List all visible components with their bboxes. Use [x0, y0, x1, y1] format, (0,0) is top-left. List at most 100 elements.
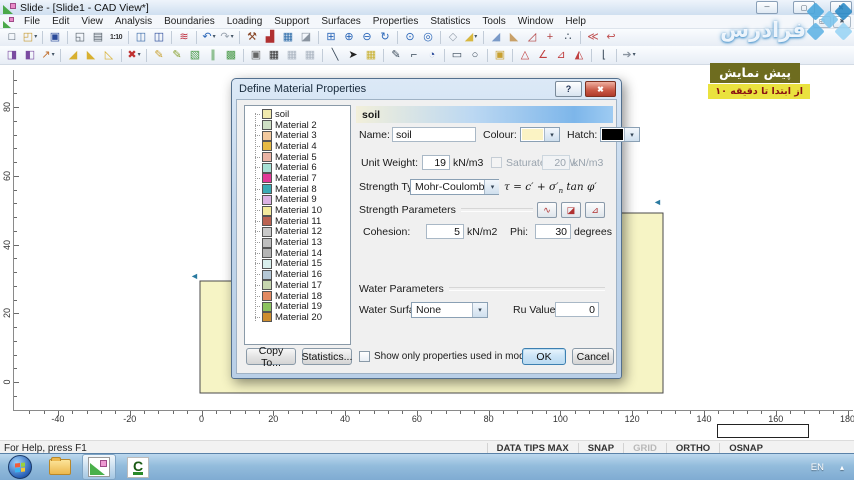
save-icon[interactable]: ▣ — [47, 29, 63, 45]
material-item[interactable]: Material 12 — [255, 226, 350, 237]
tray-expand-icon[interactable]: ▴ — [840, 463, 844, 472]
material-item[interactable]: Material 15 — [255, 258, 350, 269]
move-vertex-icon[interactable]: ∴ — [560, 29, 576, 45]
water-surface-combo[interactable]: None — [411, 302, 488, 318]
show-only-used-checkbox[interactable] — [359, 351, 370, 362]
material-item[interactable]: Material 7 — [255, 173, 350, 184]
dialog-close-button[interactable]: ✖ — [585, 81, 616, 97]
dialog-titlebar[interactable]: Define Material Properties ? ✖ — [232, 79, 621, 99]
start-button[interactable] — [8, 455, 32, 479]
dialog-help-button[interactable]: ? — [555, 81, 582, 97]
material-item[interactable]: Material 14 — [255, 248, 350, 259]
coordinate-axes-icon[interactable]: ⌊ — [596, 47, 612, 63]
open-file-icon[interactable]: ◰ — [22, 29, 38, 45]
material-item[interactable]: Material 9 — [255, 194, 350, 205]
material-item[interactable]: Material 8 — [255, 184, 350, 195]
copy-strength-function-button[interactable]: ◪ — [561, 202, 581, 218]
interpret-icon[interactable]: ▟ — [262, 29, 278, 45]
menu-properties[interactable]: Properties — [367, 16, 425, 27]
menu-loading[interactable]: Loading — [221, 16, 269, 27]
material-item[interactable]: Material 11 — [255, 216, 350, 227]
assign-materials-icon[interactable]: ▧ — [187, 47, 203, 63]
phi-input[interactable] — [535, 224, 571, 239]
name-input[interactable] — [392, 127, 476, 142]
material-item[interactable]: Material 20 — [255, 312, 350, 323]
status-pane-grid[interactable]: GRID — [623, 442, 666, 454]
project-settings-icon[interactable]: ◨ — [4, 47, 20, 63]
menu-statistics[interactable]: Statistics — [424, 16, 476, 27]
mdi-restore-button[interactable]: ◱ — [813, 15, 831, 28]
delete-boundary-icon[interactable]: ◿ — [524, 29, 540, 45]
menu-analysis[interactable]: Analysis — [109, 16, 158, 27]
menu-file[interactable]: File — [18, 16, 46, 27]
strength-type-combo[interactable]: Mohr-Coulomb — [410, 179, 500, 195]
define-supports-icon[interactable]: ▦ — [284, 47, 300, 63]
zoom-window-icon[interactable]: ⊙ — [402, 29, 418, 45]
limits-icon[interactable]: ↗ — [40, 47, 56, 63]
image-snap-icon[interactable]: ▣ — [492, 47, 508, 63]
copy-icon[interactable]: ◫ — [133, 29, 149, 45]
material-item[interactable]: Material 16 — [255, 269, 350, 280]
material-item[interactable]: soil — [255, 109, 350, 120]
polyline-icon[interactable]: ⌐ — [406, 47, 422, 63]
print-preview-icon[interactable]: ◱ — [72, 29, 88, 45]
material-item[interactable]: Material 10 — [255, 205, 350, 216]
material-item[interactable]: Material 2 — [255, 120, 350, 131]
close-button[interactable]: ✖ — [830, 1, 852, 14]
menu-surfaces[interactable]: Surfaces — [315, 16, 366, 27]
statistics-button[interactable]: Statistics... — [302, 348, 352, 365]
ok-button[interactable]: OK — [522, 348, 566, 365]
status-pane-snap[interactable]: SNAP — [577, 442, 623, 454]
hatch-dropdown-icon[interactable] — [624, 128, 639, 141]
taskbar-c-app-button[interactable]: C — [122, 455, 154, 479]
redo-icon[interactable]: ↷ — [219, 29, 235, 45]
right-triangle-tool-icon[interactable]: ⊿ — [553, 47, 569, 63]
surface-wedge-left-icon[interactable]: ◣ — [83, 47, 99, 63]
print-icon[interactable]: ▤ — [90, 29, 106, 45]
menu-help[interactable]: Help — [559, 16, 592, 27]
taskbar-explorer-button[interactable] — [44, 455, 76, 479]
ellipse-tool-icon[interactable]: ○ — [467, 47, 483, 63]
new-file-icon[interactable]: □ — [4, 29, 20, 45]
plot-strength-function-button[interactable]: ⊿ — [585, 202, 605, 218]
surface-wedge-icon[interactable]: ◢ — [65, 47, 81, 63]
material-item[interactable]: Material 6 — [255, 162, 350, 173]
material-item[interactable]: Material 4 — [255, 141, 350, 152]
menu-edit[interactable]: Edit — [46, 16, 75, 27]
undo-boundary-icon[interactable]: ≪ — [585, 29, 601, 45]
menu-tools[interactable]: Tools — [476, 16, 511, 27]
minimize-button[interactable]: ─ — [756, 1, 778, 14]
delete-surface-icon[interactable]: ✖ — [126, 47, 142, 63]
material-item[interactable]: Material 13 — [255, 237, 350, 248]
zoom-in-icon[interactable]: ⊕ — [341, 29, 357, 45]
undo-icon[interactable]: ↶ — [201, 29, 217, 45]
taskbar-slide-button[interactable] — [82, 454, 116, 480]
snap-edit-icon[interactable]: ✎ — [169, 47, 185, 63]
add-vertex-icon[interactable]: + — [542, 29, 558, 45]
info-viewer-icon[interactable]: ▦ — [280, 29, 296, 45]
maximize-button[interactable]: ▢ — [793, 1, 815, 14]
status-pane-data-tips-max[interactable]: DATA TIPS MAX — [486, 442, 578, 454]
status-pane-ortho[interactable]: ORTHO — [665, 442, 719, 454]
saturated-checkbox[interactable] — [491, 157, 502, 168]
material-properties-icon[interactable]: ▣ — [248, 47, 264, 63]
context-help-icon[interactable]: ➔ — [621, 47, 637, 63]
add-material-boundary-icon[interactable]: ◢ — [488, 29, 504, 45]
material-item[interactable]: Material 18 — [255, 291, 350, 302]
menu-support[interactable]: Support — [268, 16, 315, 27]
line-tool-icon[interactable]: ╲ — [327, 47, 343, 63]
triangle-tool-icon[interactable]: △ — [517, 47, 533, 63]
pan-icon[interactable]: ◇ — [445, 29, 461, 45]
colour-picker[interactable] — [520, 127, 560, 142]
material-item[interactable]: Material 19 — [255, 301, 350, 312]
unit-weight-input[interactable] — [422, 155, 450, 170]
zoom-selected-icon[interactable]: ◎ — [420, 29, 436, 45]
redo-boundary-icon[interactable]: ↩ — [603, 29, 619, 45]
zoom-out-icon[interactable]: ⊖ — [359, 29, 375, 45]
add-slope-icon[interactable]: ◣ — [506, 29, 522, 45]
copy-to-button[interactable]: Copy To... — [246, 345, 296, 369]
edit-boundary-icon[interactable]: ✎ — [151, 47, 167, 63]
contours-icon[interactable]: ≋ — [176, 29, 192, 45]
measure-icon[interactable]: ▦ — [363, 47, 379, 63]
hatch-picker[interactable] — [600, 127, 640, 142]
